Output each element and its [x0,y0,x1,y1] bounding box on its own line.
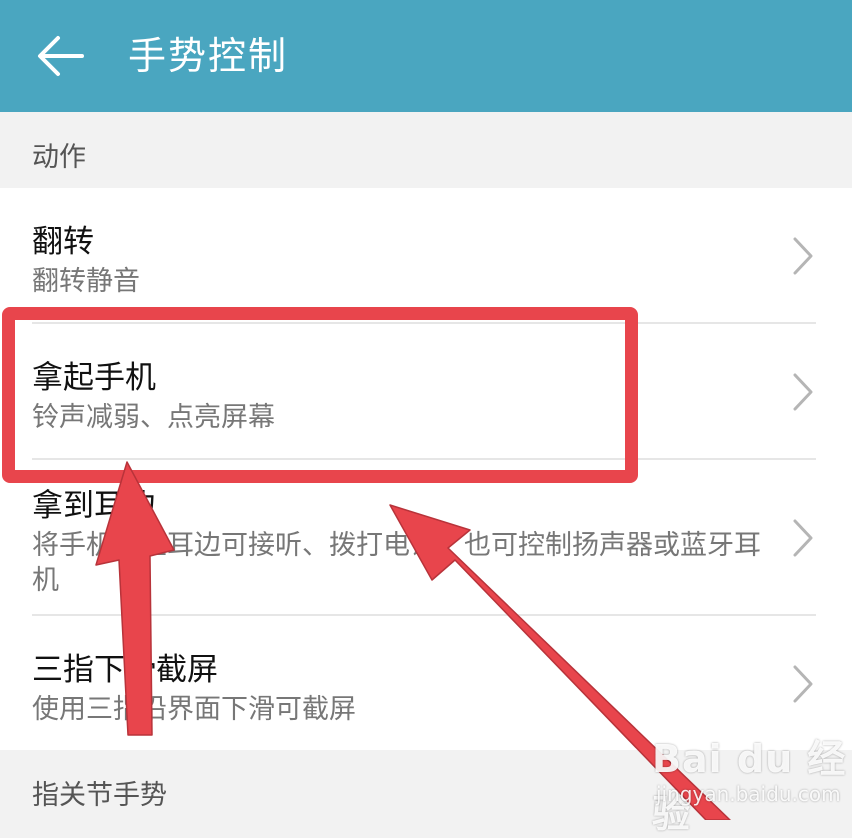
section-header-actions: 动作 [32,142,86,173]
section-header-knuckle-gestures: 指关节手势 [32,780,167,811]
gesture-list: 翻转 翻转静音 拿起手机 铃声减弱、点亮屏幕 拿到耳边 将手机靠至耳边可接听、拨… [0,188,852,750]
item-subtitle: 使用三指沿界面下滑可截屏 [32,694,356,725]
chevron-right-icon [793,665,813,703]
list-item-flip[interactable]: 翻转 翻转静音 [0,188,852,322]
item-subtitle: 铃声减弱、点亮屏幕 [32,402,275,433]
item-title: 三指下滑截屏 [32,652,218,688]
list-item-pick-up-phone[interactable]: 拿起手机 铃声减弱、点亮屏幕 [0,324,852,458]
list-item-raise-to-ear[interactable]: 拿到耳边 将手机靠至耳边可接听、拨打电话，也可控制扬声器或蓝牙耳机 [0,460,852,614]
back-arrow-icon [38,36,84,76]
item-subtitle: 将手机靠至耳边可接听、拨打电话，也可控制扬声器或蓝牙耳机 [32,530,761,596]
back-button[interactable] [30,26,90,86]
item-title: 拿到耳边 [32,488,156,524]
page-title: 手势控制 [128,34,289,78]
chevron-right-icon [793,373,813,411]
chevron-right-icon [793,519,813,557]
item-title: 翻转 [32,224,94,260]
item-subtitle: 翻转静音 [32,266,140,297]
list-item-three-finger-screenshot[interactable]: 三指下滑截屏 使用三指沿界面下滑可截屏 [0,616,852,750]
item-title: 拿起手机 [32,360,156,396]
app-bar: 手势控制 [0,0,852,112]
chevron-right-icon [793,237,813,275]
